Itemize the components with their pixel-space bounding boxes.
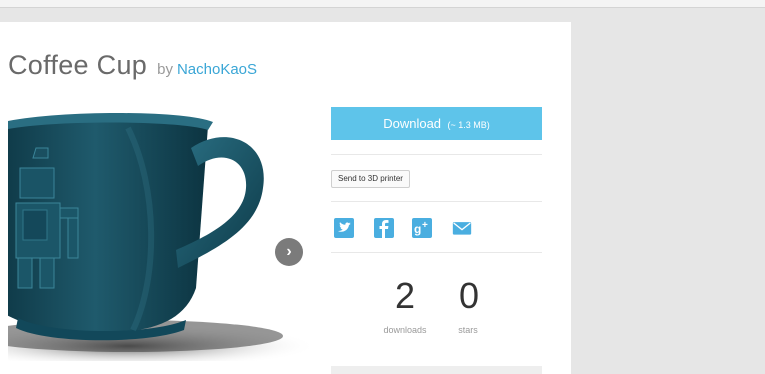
- model-viewer[interactable]: [8, 108, 317, 361]
- download-button[interactable]: Download (~ 1.3 MB): [331, 107, 542, 140]
- chevron-right-icon: ›: [286, 243, 292, 260]
- next-image-button[interactable]: ›: [275, 238, 303, 266]
- svg-text:+: +: [422, 220, 428, 231]
- top-navigation-bar: [0, 0, 765, 8]
- divider: [331, 154, 542, 155]
- email-icon[interactable]: [452, 218, 472, 238]
- page-title: Coffee Cup: [8, 50, 148, 80]
- divider: [331, 252, 542, 253]
- facebook-icon[interactable]: [374, 218, 394, 238]
- thing-header: Coffee Cup by NachoKaoS: [8, 50, 257, 81]
- downloads-count: 2: [394, 275, 416, 316]
- by-label: by: [157, 61, 173, 78]
- stars-label: stars: [458, 325, 478, 335]
- svg-text:g: g: [414, 222, 421, 236]
- stars-count: 0: [458, 275, 480, 316]
- coffee-cup-render: [8, 108, 317, 361]
- twitter-icon[interactable]: [334, 218, 354, 238]
- google-plus-icon[interactable]: g +: [412, 218, 432, 238]
- download-label: Download: [383, 116, 442, 131]
- next-panel-edge: [331, 366, 542, 374]
- send-to-printer-button[interactable]: Send to 3D printer: [331, 170, 410, 188]
- downloads-label: downloads: [383, 325, 427, 335]
- author-link[interactable]: NachoKaoS: [177, 61, 257, 78]
- download-size: (~ 1.3 MB): [447, 120, 490, 130]
- divider: [331, 201, 542, 202]
